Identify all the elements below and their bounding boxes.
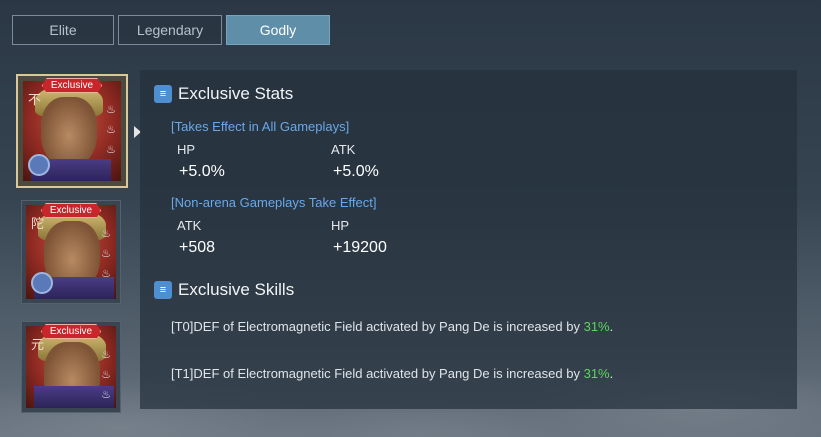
- skill-value: 31%: [583, 366, 610, 381]
- exclusive-badge: Exclusive: [40, 203, 102, 218]
- tab-legendary[interactable]: Legendary: [118, 15, 222, 45]
- portrait-art: 不 ♨ ♨ ♨: [23, 81, 121, 181]
- exclusive-badge: Exclusive: [41, 78, 103, 93]
- flame-icons: ♨ ♨ ♨: [106, 104, 116, 156]
- portrait-card[interactable]: 元 ♨ ♨ ♨ Exclusive: [21, 321, 121, 413]
- exclusive-stats-title: Exclusive Stats: [178, 84, 294, 103]
- book-icon: ≡: [154, 281, 172, 299]
- tab-elite[interactable]: Elite: [12, 15, 114, 45]
- exclusive-skills-heading: ≡ Exclusive Skills: [154, 280, 294, 300]
- exclusive-badge: Exclusive: [40, 324, 102, 339]
- portrait-glyph: 不: [28, 93, 42, 108]
- details-panel: ≡ Exclusive Stats [Takes Effect in All G…: [140, 70, 797, 409]
- scope-all-gameplays: [Takes Effect in All Gameplays]: [171, 119, 350, 134]
- stat-value: +508: [179, 239, 216, 256]
- faction-emblem-icon: [31, 272, 53, 294]
- exclusive-skills-title: Exclusive Skills: [178, 280, 295, 299]
- exclusive-stats-heading: ≡ Exclusive Stats: [154, 84, 293, 104]
- skill-line-t0: [T0]DEF of Electromagnetic Field activat…: [171, 319, 614, 334]
- scope-non-arena: [Non-arena Gameplays Take Effect]: [171, 195, 377, 210]
- stat-label: ATK: [331, 142, 356, 157]
- book-icon: ≡: [154, 85, 172, 103]
- rarity-tabs: Elite Legendary Godly: [12, 15, 330, 45]
- stat-label: HP: [177, 142, 196, 157]
- portrait-art: 陀 ♨ ♨ ♨: [26, 205, 116, 299]
- flame-icons: ♨ ♨ ♨: [101, 349, 111, 401]
- stat-label: HP: [331, 218, 350, 233]
- stat-value: +5.0%: [179, 163, 225, 180]
- stat-label: ATK: [177, 218, 202, 233]
- stat-value: +5.0%: [333, 163, 379, 180]
- tab-godly[interactable]: Godly: [226, 15, 330, 45]
- face-art: [41, 97, 97, 167]
- skill-line-t1: [T1]DEF of Electromagnetic Field activat…: [171, 366, 614, 381]
- portrait-glyph: 陀: [31, 217, 45, 232]
- portrait-glyph: 元: [31, 338, 45, 353]
- stat-value: +19200: [333, 239, 387, 256]
- faction-emblem-icon: [28, 154, 50, 176]
- portrait-card-selected[interactable]: 不 ♨ ♨ ♨ Exclusive: [16, 74, 141, 188]
- skill-value: 31%: [583, 319, 610, 334]
- portrait-card[interactable]: 陀 ♨ ♨ ♨ Exclusive: [21, 200, 121, 304]
- flame-icons: ♨ ♨ ♨: [101, 228, 111, 280]
